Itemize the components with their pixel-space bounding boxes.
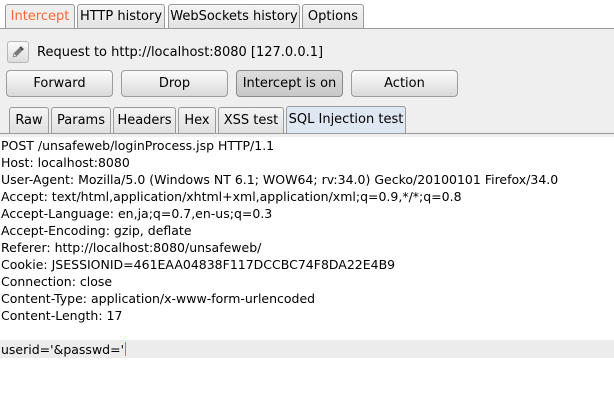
tab-intercept[interactable]: Intercept xyxy=(5,4,75,29)
header-user-agent[interactable]: User-Agent: Mozilla/5.0 (Windows NT 6.1;… xyxy=(1,171,558,188)
header-host[interactable]: Host: localhost:8080 xyxy=(1,154,130,171)
text-caret xyxy=(125,342,127,356)
request-line[interactable]: POST /unsafeweb/loginProcess.jsp HTTP/1.… xyxy=(1,137,274,154)
tab-params[interactable]: Params xyxy=(51,107,111,133)
header-accept-language[interactable]: Accept-Language: en,ja;q=0.7,en-us;q=0.3 xyxy=(1,205,272,222)
action-button[interactable]: Action xyxy=(351,70,458,97)
tab-xss-test[interactable]: XSS test xyxy=(218,107,284,133)
request-body-line[interactable]: userid='&passwd=' xyxy=(1,341,127,358)
pencil-icon[interactable] xyxy=(7,41,29,63)
tab-websockets-history[interactable]: WebSockets history xyxy=(168,4,300,28)
top-tab-bar: Intercept HTTP history WebSockets histor… xyxy=(0,0,614,32)
header-accept-encoding[interactable]: Accept-Encoding: gzip, deflate xyxy=(1,222,192,239)
header-cookie[interactable]: Cookie: JSESSIONID=461EAA04838F117DCCBC7… xyxy=(1,256,395,273)
header-content-length[interactable]: Content-Length: 17 xyxy=(1,307,122,324)
view-tab-divider xyxy=(0,133,614,134)
intercept-toggle-button[interactable]: Intercept is on xyxy=(236,70,343,97)
request-body[interactable]: userid='&passwd=' xyxy=(1,342,124,357)
header-referer[interactable]: Referer: http://localhost:8080/unsafeweb… xyxy=(1,239,261,256)
drop-button[interactable]: Drop xyxy=(121,70,228,97)
forward-button[interactable]: Forward xyxy=(6,70,113,97)
tab-sql-injection-test[interactable]: SQL Injection test xyxy=(286,106,406,133)
tab-options[interactable]: Options xyxy=(302,4,364,28)
tab-raw[interactable]: Raw xyxy=(9,107,49,133)
header-connection[interactable]: Connection: close xyxy=(1,273,112,290)
header-content-type[interactable]: Content-Type: application/x-www-form-url… xyxy=(1,290,315,307)
request-editor[interactable]: POST /unsafeweb/loginProcess.jsp HTTP/1.… xyxy=(0,137,614,400)
tab-http-history[interactable]: HTTP history xyxy=(77,4,165,28)
intercept-panel: Request to http://localhost:8080 [127.0.… xyxy=(0,29,614,137)
tab-hex[interactable]: Hex xyxy=(178,107,216,133)
tab-headers[interactable]: Headers xyxy=(113,107,176,133)
request-target-label: Request to http://localhost:8080 [127.0.… xyxy=(37,45,324,60)
header-accept[interactable]: Accept: text/html,application/xhtml+xml,… xyxy=(1,188,462,205)
